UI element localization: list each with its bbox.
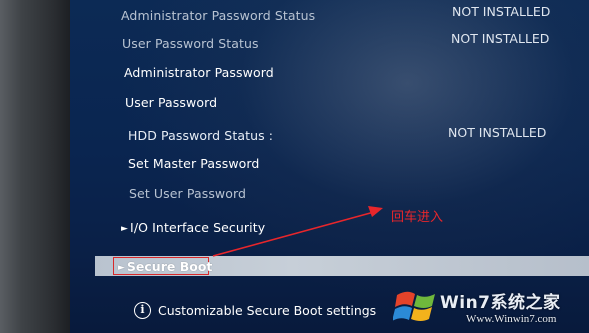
menu-item-secure-boot[interactable]: ► Secure Boot [118, 259, 212, 274]
menu-item-io-interface-security[interactable]: ► I/O Interface Security [121, 220, 265, 235]
setting-administrator-password[interactable]: Administrator Password [124, 65, 274, 80]
admin-password-status-value: NOT INSTALLED [452, 4, 551, 19]
secure-boot-label: Secure Boot [126, 259, 213, 274]
setting-admin-password-status: Administrator Password Status [121, 8, 316, 23]
annotation-text: 回车进入 [391, 210, 444, 225]
photo-frame: Administrator Password Status NOT INSTAL… [0, 0, 589, 333]
submenu-arrow-icon: ► [121, 224, 129, 234]
hdd-password-status-value: NOT INSTALLED [448, 125, 547, 140]
io-interface-security-label: I/O Interface Security [130, 220, 266, 235]
setting-user-password[interactable]: User Password [125, 95, 217, 110]
watermark-brand: Win7系统之家 [440, 293, 561, 313]
setting-set-master-password[interactable]: Set Master Password [128, 156, 259, 171]
help-text: Customizable Secure Boot settings [158, 303, 377, 318]
setting-user-password-status: User Password Status [122, 36, 259, 51]
monitor-bezel [0, 0, 72, 333]
setting-hdd-password-status: HDD Password Status : [128, 128, 274, 143]
submenu-arrow-icon: ► [118, 263, 125, 273]
setting-set-user-password[interactable]: Set User Password [129, 186, 246, 201]
info-icon: i [134, 302, 151, 319]
watermark-url: Www.Winwin7.com [466, 313, 557, 325]
user-password-status-value: NOT INSTALLED [451, 31, 550, 46]
